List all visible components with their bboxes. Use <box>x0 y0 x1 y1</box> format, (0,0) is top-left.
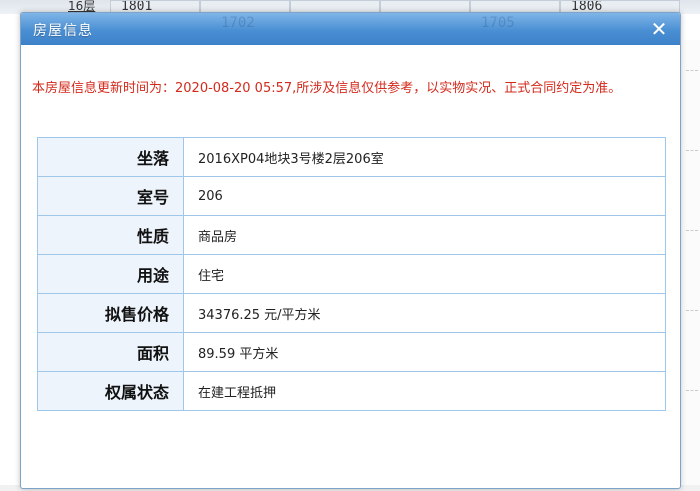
background-divider <box>686 150 698 151</box>
row-value: 89.59 平方米 <box>183 332 666 372</box>
row-label: 拟售价格 <box>37 293 184 333</box>
close-icon[interactable]: ✕ <box>648 18 670 40</box>
table-row: 面积 89.59 平方米 <box>37 332 666 372</box>
row-label: 权属状态 <box>37 371 184 411</box>
row-value: 在建工程抵押 <box>183 371 666 411</box>
background-divider <box>686 310 698 311</box>
row-label: 坐落 <box>37 137 184 177</box>
row-value: 商品房 <box>183 215 666 255</box>
background-room-ghost: 1702 <box>221 15 255 31</box>
dialog-titlebar[interactable]: 1702 1705 房屋信息 ✕ <box>21 13 680 45</box>
update-notice: 本房屋信息更新时间为：2020-08-20 05:57,所涉及信息仅供参考，以实… <box>32 81 622 96</box>
row-value: 34376.25 元/平方米 <box>183 293 666 333</box>
dialog-title: 房屋信息 <box>33 23 93 39</box>
row-value: 2016XP04地块3号楼2层206室 <box>183 137 666 177</box>
row-label: 室号 <box>37 176 184 216</box>
background-page-edge <box>684 40 700 491</box>
background-room-ghost: 1705 <box>481 15 515 31</box>
background-divider <box>686 70 698 71</box>
row-value: 206 <box>183 176 666 216</box>
row-label: 面积 <box>37 332 184 372</box>
house-info-table: 坐落 2016XP04地块3号楼2层206室 室号 206 性质 商品房 用途 住宅 拟售价格 3… <box>37 137 666 411</box>
table-row: 用途 住宅 <box>37 254 666 294</box>
background-divider <box>686 390 698 391</box>
background-divider <box>686 230 698 231</box>
table-row: 拟售价格 34376.25 元/平方米 <box>37 293 666 333</box>
table-row: 室号 206 <box>37 176 666 216</box>
row-label: 性质 <box>37 215 184 255</box>
table-row: 坐落 2016XP04地块3号楼2层206室 <box>37 137 666 177</box>
row-value: 住宅 <box>183 254 666 294</box>
house-info-dialog: 1702 1705 房屋信息 ✕ 本房屋信息更新时间为：2020-08-20 0… <box>20 12 681 489</box>
row-label: 用途 <box>37 254 184 294</box>
table-row: 性质 商品房 <box>37 215 666 255</box>
table-row: 权属状态 在建工程抵押 <box>37 371 666 411</box>
